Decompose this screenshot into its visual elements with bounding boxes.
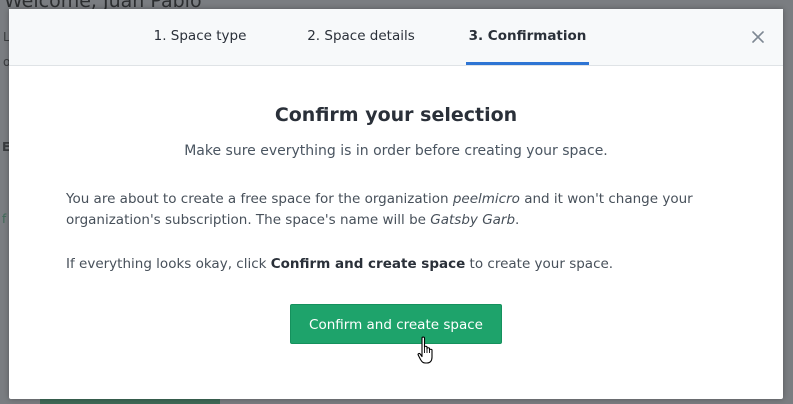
wizard-header: 1. Space type 2. Space details 3. Confir…	[9, 9, 783, 66]
close-icon	[752, 31, 764, 43]
instruction-paragraph: If everything looks okay, click Confirm …	[66, 254, 706, 275]
instruction-text: If everything looks okay, click	[66, 256, 271, 272]
create-space-modal: 1. Space type 2. Space details 3. Confir…	[9, 9, 783, 399]
confirm-and-create-space-button[interactable]: Confirm and create space	[290, 304, 502, 344]
modal-subtitle: Make sure everything is in order before …	[184, 143, 608, 159]
modal-title: Confirm your selection	[274, 104, 518, 126]
summary-text: You are about to create a free space for…	[66, 191, 453, 207]
summary-text: .	[515, 212, 520, 228]
tab-confirmation[interactable]: 3. Confirmation	[466, 9, 589, 65]
organization-name: peelmicro	[452, 191, 520, 207]
instruction-text: to create your space.	[465, 256, 614, 272]
tab-space-type[interactable]: 1. Space type	[139, 9, 261, 65]
close-button[interactable]	[747, 26, 769, 48]
background-fragment: f	[2, 212, 7, 226]
space-name: Gatsby Garb	[430, 212, 516, 228]
tab-space-details[interactable]: 2. Space details	[297, 9, 425, 65]
summary-paragraph: You are about to create a free space for…	[66, 189, 706, 231]
instruction-emphasis: Confirm and create space	[270, 256, 466, 272]
hand-cursor-icon	[417, 336, 433, 364]
